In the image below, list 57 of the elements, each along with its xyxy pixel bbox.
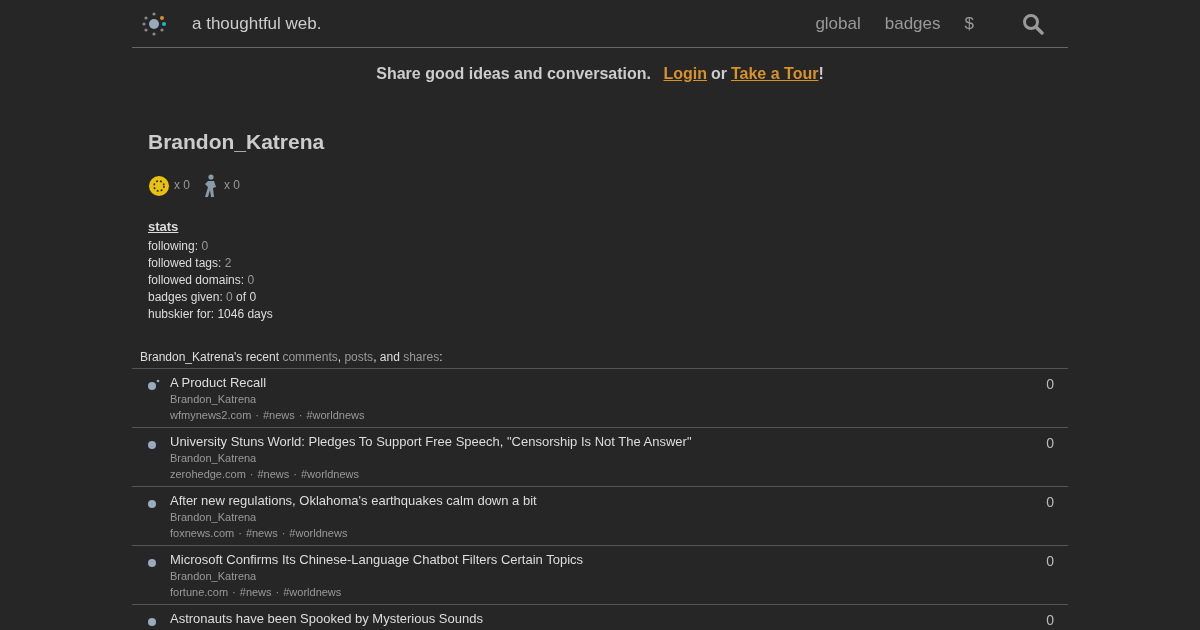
recent-link[interactable]: comments bbox=[282, 349, 338, 364]
vote-count: 0 bbox=[1046, 551, 1054, 571]
recent-caption: Brandon_Katrena's recent comments, posts, and shares: bbox=[139, 348, 444, 366]
post-tag[interactable]: #news bbox=[245, 526, 278, 539]
post-domain[interactable]: zerohedge.com bbox=[170, 467, 246, 480]
post-domain[interactable]: foxnews.com bbox=[170, 526, 235, 539]
post-author[interactable]: Brandon_Katrena bbox=[170, 508, 1047, 525]
vote-count: 0 bbox=[1046, 433, 1054, 453]
tour-link[interactable]: Take a Tour bbox=[731, 65, 819, 82]
post-title[interactable]: After new regulations, Oklahoma's earthquakes calm down a bit bbox=[170, 491, 1047, 509]
badge-count: x 0 bbox=[224, 177, 241, 194]
separator-dot: · bbox=[275, 585, 280, 598]
username: Brandon_Katrena bbox=[148, 129, 326, 155]
separator-dot: · bbox=[255, 408, 259, 421]
separator-dot: · bbox=[238, 526, 242, 539]
stat-line: followed domains: 0 bbox=[148, 271, 256, 289]
post-author[interactable]: Brandon_Katrena bbox=[170, 390, 1047, 407]
nav-link[interactable]: global bbox=[815, 10, 861, 37]
vote-count: 0 bbox=[1046, 492, 1054, 512]
vote-count: 0 bbox=[1046, 610, 1054, 630]
separator-dot: · bbox=[281, 526, 286, 539]
nav-link[interactable]: $ bbox=[964, 10, 974, 37]
post-title[interactable]: A Product Recall bbox=[170, 373, 1047, 391]
post-tag[interactable]: #worldnews bbox=[283, 585, 342, 598]
post-title[interactable]: University Stuns World: Pledges To Support Free Speech, "Censorship Is Not The Answer" bbox=[170, 432, 1047, 450]
separator-dot: · bbox=[249, 467, 254, 480]
vote-count: 0 bbox=[1046, 374, 1054, 394]
or-text: or bbox=[711, 65, 727, 82]
post-author[interactable]: Brandon_Katrena bbox=[170, 567, 1047, 584]
stat-line: badges given: 0 of 0 bbox=[148, 288, 258, 306]
stat-line: followed tags: 2 bbox=[148, 254, 233, 272]
tagline: a thoughtful web. bbox=[192, 12, 322, 35]
stats-link[interactable]: stats bbox=[148, 218, 179, 234]
shared-post-icon bbox=[146, 378, 160, 391]
separator-dot: · bbox=[232, 585, 236, 598]
badge-count: x 0 bbox=[174, 177, 190, 194]
post-tag[interactable]: #news bbox=[257, 467, 290, 480]
separator-dot: · bbox=[298, 408, 303, 421]
post-tag[interactable]: #worldnews bbox=[306, 408, 365, 421]
exclamation-text: ! bbox=[818, 65, 824, 82]
post-author[interactable]: Brandon_Katrena bbox=[170, 449, 1047, 466]
nav-link[interactable]: badges bbox=[884, 10, 941, 37]
post-tag[interactable]: #worldnews bbox=[289, 526, 348, 539]
stat-line: hubskier for: 1046 days bbox=[148, 305, 274, 323]
banner-text: Share good ideas and conversation. bbox=[376, 65, 651, 82]
post-tag[interactable]: #news bbox=[262, 408, 295, 421]
post-title[interactable]: Astronauts have been Spooked by Mysterious Sounds bbox=[170, 609, 1047, 627]
login-link[interactable]: Login bbox=[663, 65, 707, 82]
ring-badge-icon bbox=[148, 174, 170, 197]
post-tag[interactable]: #news bbox=[239, 585, 272, 598]
stat-line: following: 0 bbox=[148, 237, 210, 255]
post-tag[interactable]: #worldnews bbox=[300, 467, 360, 480]
post-domain[interactable]: fortune.com bbox=[170, 585, 229, 598]
post-title[interactable]: Microsoft Confirms Its Chinese-Language Chatbot Filters Certain Topics bbox=[170, 550, 1047, 568]
post-domain[interactable]: wfmynews2.com bbox=[170, 408, 252, 421]
search-icon[interactable] bbox=[1022, 12, 1044, 35]
separator-dot: · bbox=[293, 467, 297, 480]
